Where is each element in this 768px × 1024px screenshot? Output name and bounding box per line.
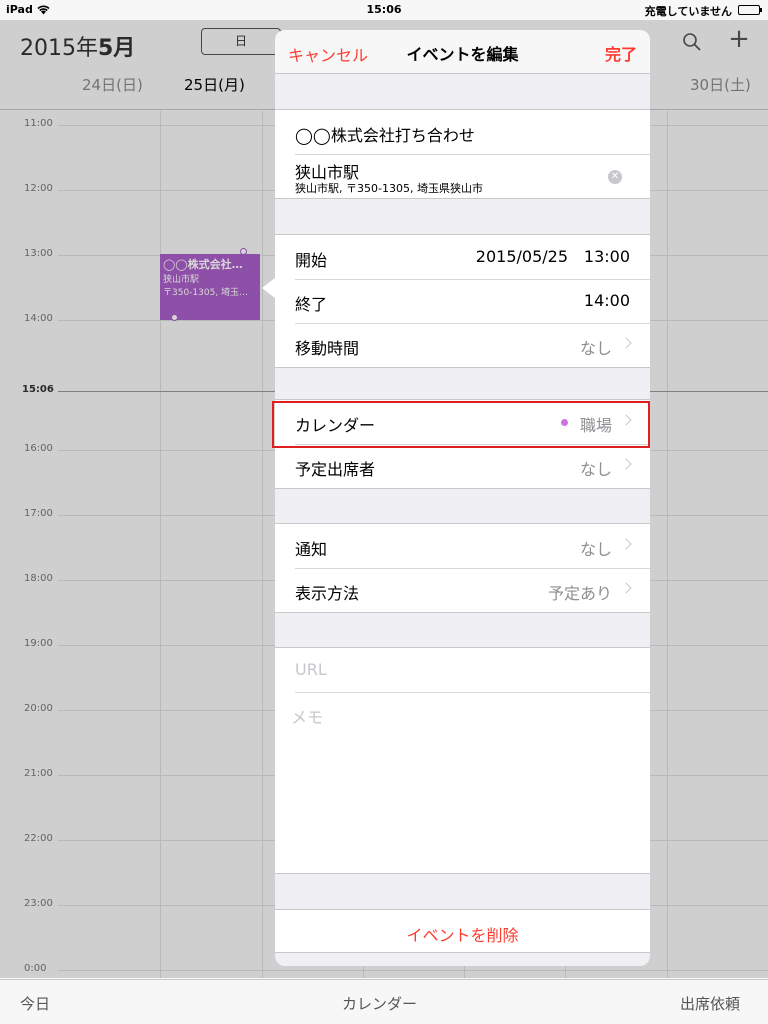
popover-title: イベントを編集 [406, 45, 519, 64]
end-time: 14:00 [583, 291, 630, 310]
chevron-right-icon [620, 337, 632, 349]
event-title-value: ◯◯株式会社打ち合わせ [295, 126, 475, 145]
travel-time-value: なし [579, 339, 612, 358]
show-as-value: 予定あり [547, 584, 612, 603]
inbox-button[interactable]: 出席依頼 [680, 993, 740, 1014]
done-button[interactable]: 完了 [605, 41, 637, 65]
delete-event-label: イベントを削除 [406, 926, 519, 945]
status-bar: iPad 15:06 充電していません [0, 0, 768, 20]
start-row[interactable]: 開始 2015/05/25 13:00 [275, 235, 650, 279]
battery-status: 充電していません [644, 5, 732, 18]
calendar-row-highlight [272, 401, 650, 448]
today-button[interactable]: 今日 [20, 993, 50, 1014]
attendees-value: なし [579, 460, 612, 479]
notes-field[interactable]: メモ [275, 692, 650, 873]
url-notes-group: URL メモ [275, 647, 650, 874]
delete-event-button[interactable]: イベントを削除 [275, 910, 650, 954]
location-field[interactable]: 狭山市駅 狭山市駅, 〒350-1305, 埼玉県狭山市 ✕ [275, 154, 650, 198]
alert-row[interactable]: 通知 なし [275, 524, 650, 568]
start-time: 13:00 [583, 247, 630, 266]
dates-group: 開始 2015/05/25 13:00 終了 14:00 移動時間 なし [275, 234, 650, 368]
notes-placeholder: メモ [291, 708, 324, 727]
start-date: 2015/05/25 [475, 247, 568, 266]
chevron-right-icon [620, 538, 632, 550]
alert-group: 通知 なし 表示方法 予定あり [275, 523, 650, 613]
attendees-label: 予定出席者 [295, 460, 376, 479]
url-placeholder: URL [295, 660, 327, 679]
edit-event-popover: キャンセル イベントを編集 完了 ◯◯株式会社打ち合わせ 狭山市駅 狭山市駅, … [275, 30, 650, 966]
calendars-button[interactable]: カレンダー [342, 993, 417, 1014]
event-title-field[interactable]: ◯◯株式会社打ち合わせ [275, 110, 650, 154]
end-row[interactable]: 終了 14:00 [275, 279, 650, 323]
location-detail: 狭山市駅, 〒350-1305, 埼玉県狭山市 [295, 182, 483, 195]
clear-icon[interactable]: ✕ [608, 170, 622, 184]
start-label: 開始 [295, 251, 328, 270]
popover-header: キャンセル イベントを編集 完了 [275, 30, 650, 74]
delete-group: イベントを削除 [275, 909, 650, 953]
travel-time-label: 移動時間 [295, 339, 360, 358]
end-label: 終了 [295, 295, 328, 314]
attendees-row[interactable]: 予定出席者 なし [275, 444, 650, 488]
title-location-group: ◯◯株式会社打ち合わせ 狭山市駅 狭山市駅, 〒350-1305, 埼玉県狭山市… [275, 109, 650, 199]
popover-arrow [262, 278, 275, 298]
show-as-row[interactable]: 表示方法 予定あり [275, 568, 650, 612]
alert-value: なし [579, 540, 612, 559]
show-as-label: 表示方法 [295, 584, 360, 603]
chevron-right-icon [620, 582, 632, 594]
alert-label: 通知 [295, 540, 328, 559]
chevron-right-icon [620, 458, 632, 470]
url-field[interactable]: URL [275, 648, 650, 692]
travel-time-row[interactable]: 移動時間 なし [275, 323, 650, 367]
battery-icon [738, 5, 762, 15]
bottom-toolbar: 今日 カレンダー 出席依頼 [0, 979, 768, 1024]
